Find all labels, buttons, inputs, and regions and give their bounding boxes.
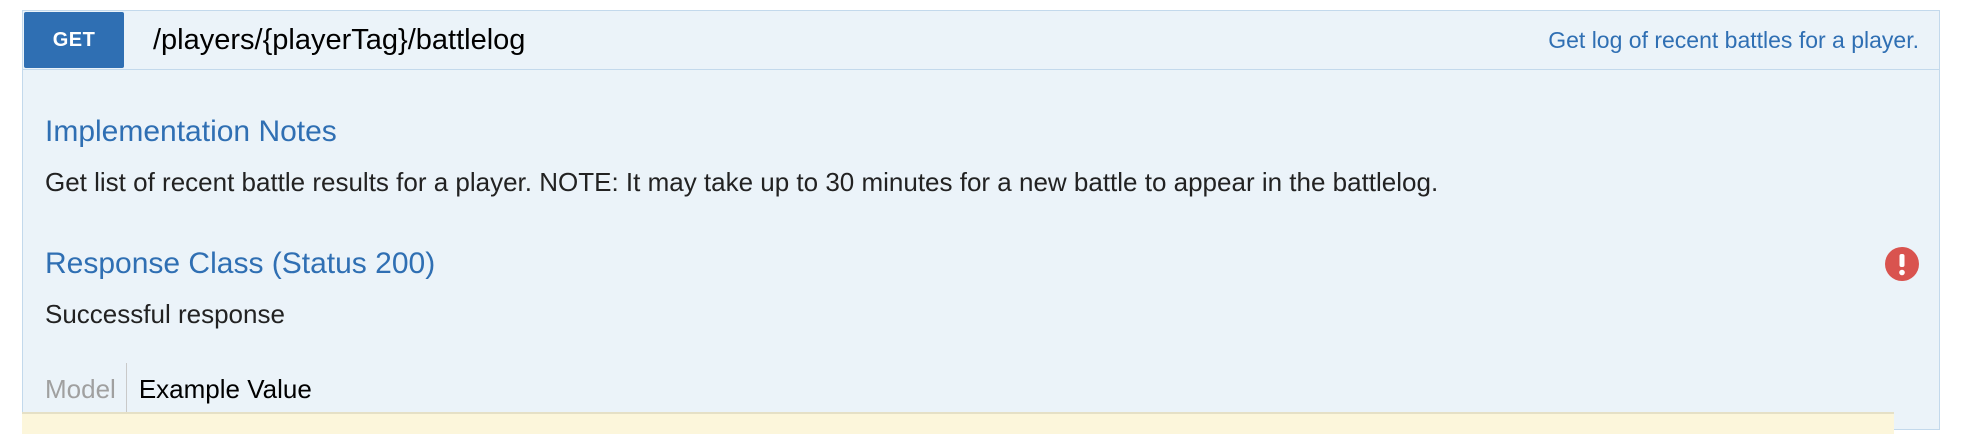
implementation-notes-title: Implementation Notes [45,115,337,148]
response-tabs: Model Example Value [45,363,322,415]
endpoint-path[interactable]: /players/{playerTag}/battlelog [153,19,525,61]
error-icon[interactable] [1885,247,1919,281]
endpoint-summary-link[interactable]: Get log of recent battles for a player. [1548,19,1919,61]
implementation-notes-text: Get list of recent battle results for a … [45,167,1439,197]
response-class-text: Successful response [45,299,285,329]
example-value-box [22,412,1894,434]
exclamation-icon [1899,254,1905,276]
endpoint-panel: GET /players/{playerTag}/battlelog Get l… [22,10,1940,430]
tab-example-value[interactable]: Example Value [127,363,322,415]
http-method-badge[interactable]: GET [24,12,124,68]
response-class-title: Response Class (Status 200) [45,247,436,280]
endpoint-heading[interactable]: GET /players/{playerTag}/battlelog Get l… [23,11,1939,70]
tab-model[interactable]: Model [45,363,127,415]
